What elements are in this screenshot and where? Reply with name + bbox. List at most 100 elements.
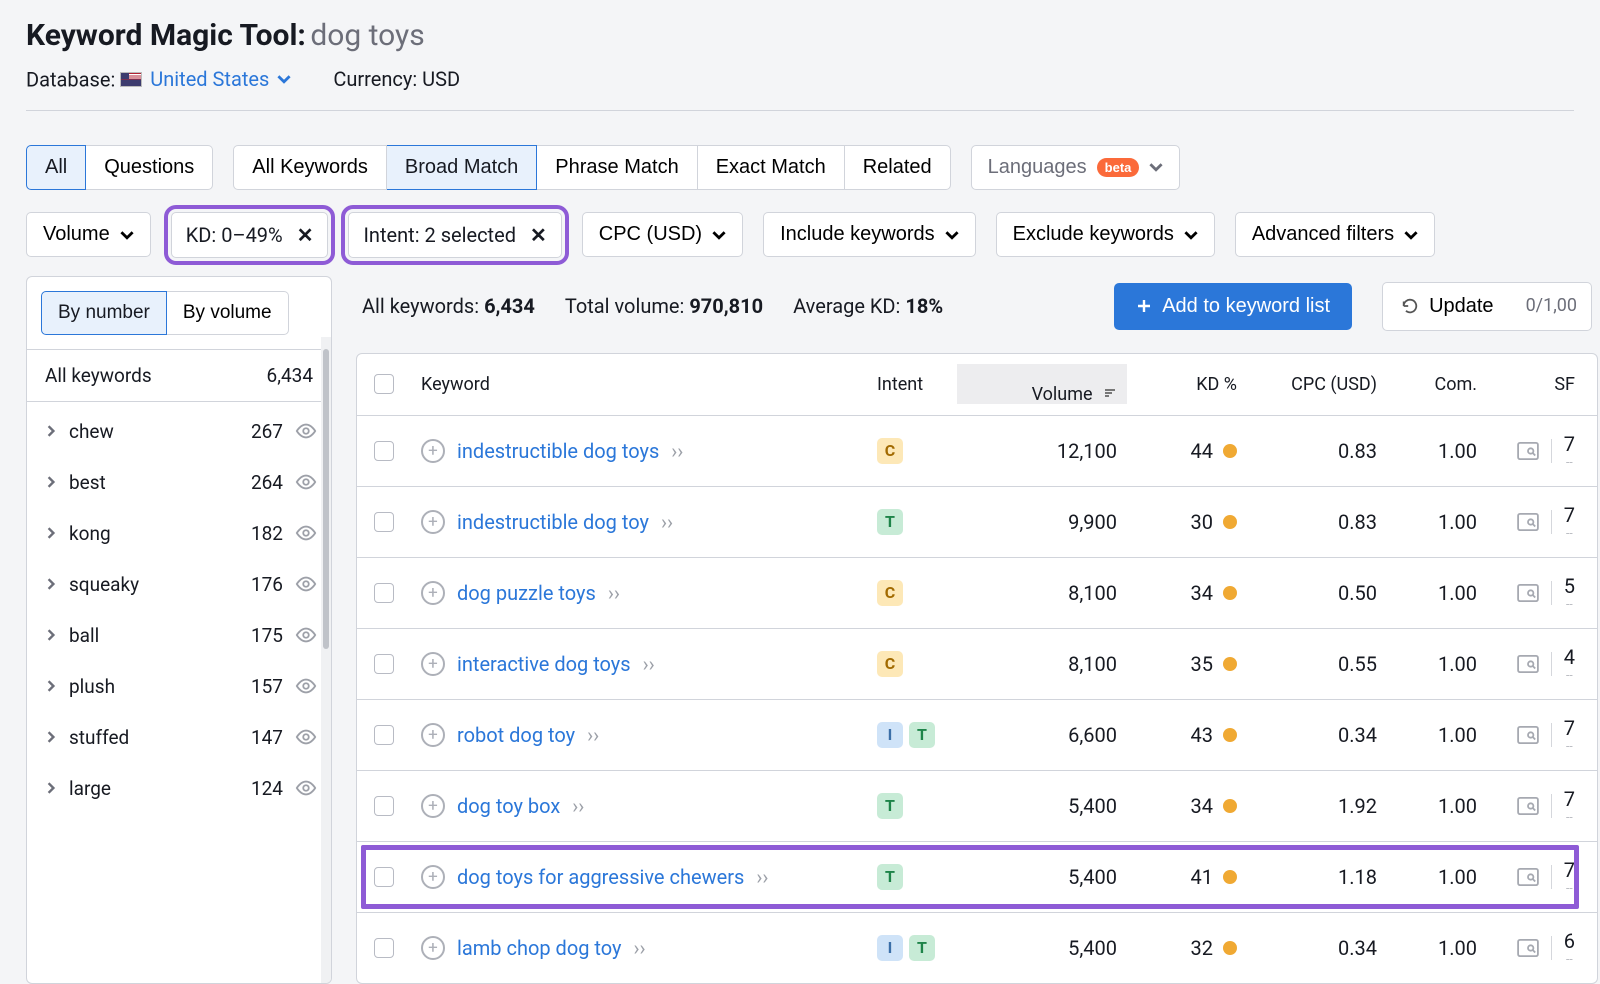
row-checkbox[interactable] xyxy=(374,441,394,461)
remove-intent-filter[interactable]: ✕ xyxy=(530,223,547,247)
sidebar-item[interactable]: ball175 xyxy=(27,610,331,661)
eye-icon[interactable] xyxy=(295,777,317,799)
open-icon[interactable]: ›› xyxy=(671,439,683,463)
intent-filter-chip[interactable]: Intent: 2 selected ✕ xyxy=(348,212,561,258)
row-checkbox[interactable] xyxy=(374,796,394,816)
keyword-link[interactable]: indestructible dog toys xyxy=(457,439,659,463)
kd-dot-icon xyxy=(1223,799,1237,813)
col-volume[interactable]: Volume xyxy=(957,364,1127,404)
sort-by-volume[interactable]: By volume xyxy=(167,291,289,335)
select-all-checkbox[interactable] xyxy=(374,374,394,394)
col-intent[interactable]: Intent xyxy=(867,374,957,395)
eye-icon[interactable] xyxy=(295,522,317,544)
expand-icon[interactable]: + xyxy=(421,936,445,960)
expand-icon[interactable]: + xyxy=(421,510,445,534)
cpc-filter[interactable]: CPC (USD) xyxy=(582,212,743,257)
keyword-link[interactable]: interactive dog toys xyxy=(457,652,631,676)
open-icon[interactable]: ›› xyxy=(608,581,620,605)
serp-features-icon[interactable] xyxy=(1517,868,1539,886)
serp-features-icon[interactable] xyxy=(1517,939,1539,957)
include-keywords-filter[interactable]: Include keywords xyxy=(763,212,976,257)
col-keyword[interactable]: Keyword xyxy=(411,374,867,395)
row-checkbox[interactable] xyxy=(374,867,394,887)
row-checkbox[interactable] xyxy=(374,512,394,532)
sort-by-number[interactable]: By number xyxy=(41,291,167,335)
open-icon[interactable]: ›› xyxy=(643,652,655,676)
add-to-keyword-list-button[interactable]: Add to keyword list xyxy=(1114,283,1352,330)
tab-related[interactable]: Related xyxy=(845,145,951,190)
cell-com: 1.00 xyxy=(1387,723,1487,747)
keyword-link[interactable]: lamb chop dog toy xyxy=(457,936,622,960)
sidebar-item[interactable]: stuffed147 xyxy=(27,712,331,763)
keyword-link[interactable]: robot dog toy xyxy=(457,723,575,747)
serp-features-icon[interactable] xyxy=(1517,513,1539,531)
serp-features-icon[interactable] xyxy=(1517,584,1539,602)
advanced-filters[interactable]: Advanced filters xyxy=(1235,212,1435,257)
languages-dropdown[interactable]: Languages beta xyxy=(971,145,1181,190)
open-icon[interactable]: ›› xyxy=(572,794,584,818)
all-keywords-label[interactable]: All keywords xyxy=(45,364,152,387)
expand-icon[interactable]: + xyxy=(421,865,445,889)
row-checkbox[interactable] xyxy=(374,583,394,603)
expand-icon[interactable]: + xyxy=(421,439,445,463)
kd-filter-chip[interactable]: KD: 0–49% ✕ xyxy=(171,212,329,258)
sort-desc-icon xyxy=(1103,384,1117,405)
serp-features-icon[interactable] xyxy=(1517,726,1539,744)
open-icon[interactable]: ›› xyxy=(634,936,646,960)
database-selector[interactable]: Database: United States xyxy=(26,67,291,92)
tab-phrase-match[interactable]: Phrase Match xyxy=(537,145,697,190)
serp-features-icon[interactable] xyxy=(1517,797,1539,815)
row-checkbox[interactable] xyxy=(374,938,394,958)
tab-exact-match[interactable]: Exact Match xyxy=(698,145,845,190)
tab-broad-match[interactable]: Broad Match xyxy=(387,145,537,190)
expand-icon[interactable]: + xyxy=(421,723,445,747)
remove-kd-filter[interactable]: ✕ xyxy=(297,223,314,247)
expand-icon[interactable]: + xyxy=(421,794,445,818)
volume-filter[interactable]: Volume xyxy=(26,212,151,257)
col-kd[interactable]: KD % xyxy=(1127,374,1247,395)
row-checkbox[interactable] xyxy=(374,654,394,674)
expand-icon[interactable]: + xyxy=(421,652,445,676)
open-icon[interactable]: ›› xyxy=(756,865,768,889)
sidebar-item[interactable]: squeaky176 xyxy=(27,559,331,610)
sidebar-item[interactable]: plush157 xyxy=(27,661,331,712)
eye-icon[interactable] xyxy=(295,624,317,646)
exclude-keywords-filter[interactable]: Exclude keywords xyxy=(996,212,1215,257)
tab-questions[interactable]: Questions xyxy=(86,145,213,190)
tab-all-keywords[interactable]: All Keywords xyxy=(233,145,387,190)
eye-icon[interactable] xyxy=(295,420,317,442)
expand-icon[interactable]: + xyxy=(421,581,445,605)
sidebar-scrollbar[interactable] xyxy=(321,337,331,983)
eye-icon[interactable] xyxy=(295,675,317,697)
tab-all[interactable]: All xyxy=(26,145,86,190)
sidebar-item[interactable]: best264 xyxy=(27,457,331,508)
cell-volume: 8,100 xyxy=(957,652,1127,676)
table-row: +dog toy box ››T5,400341.921.007-- xyxy=(357,771,1597,842)
keyword-link[interactable]: dog toys for aggressive chewers xyxy=(457,865,744,889)
table-row: +dog toys for aggressive chewers ››T5,40… xyxy=(357,842,1597,913)
row-checkbox[interactable] xyxy=(374,725,394,745)
col-sf[interactable]: SF xyxy=(1487,374,1597,395)
eye-icon[interactable] xyxy=(295,573,317,595)
update-button[interactable]: Update xyxy=(1382,282,1512,331)
sidebar-item[interactable]: chew267 xyxy=(27,406,331,457)
keyword-link[interactable]: indestructible dog toy xyxy=(457,510,649,534)
serp-features-icon[interactable] xyxy=(1517,442,1539,460)
serp-features-icon[interactable] xyxy=(1517,655,1539,673)
col-cpc[interactable]: CPC (USD) xyxy=(1247,374,1387,395)
keyword-link[interactable]: dog puzzle toys xyxy=(457,581,596,605)
chevron-down-icon xyxy=(120,228,134,242)
sidebar-item[interactable]: kong182 xyxy=(27,508,331,559)
keyword-link[interactable]: dog toy box xyxy=(457,794,560,818)
currency-label: Currency: USD xyxy=(333,67,460,91)
cell-sf: 5 xyxy=(1564,576,1575,596)
eye-icon[interactable] xyxy=(295,471,317,493)
sidebar-item-label: large xyxy=(69,777,239,800)
open-icon[interactable]: ›› xyxy=(587,723,599,747)
eye-icon[interactable] xyxy=(295,726,317,748)
col-com[interactable]: Com. xyxy=(1387,374,1487,395)
sidebar-item[interactable]: large124 xyxy=(27,763,331,814)
sidebar-item-count: 175 xyxy=(251,624,283,647)
open-icon[interactable]: ›› xyxy=(661,510,673,534)
sidebar-item-count: 176 xyxy=(251,573,283,596)
